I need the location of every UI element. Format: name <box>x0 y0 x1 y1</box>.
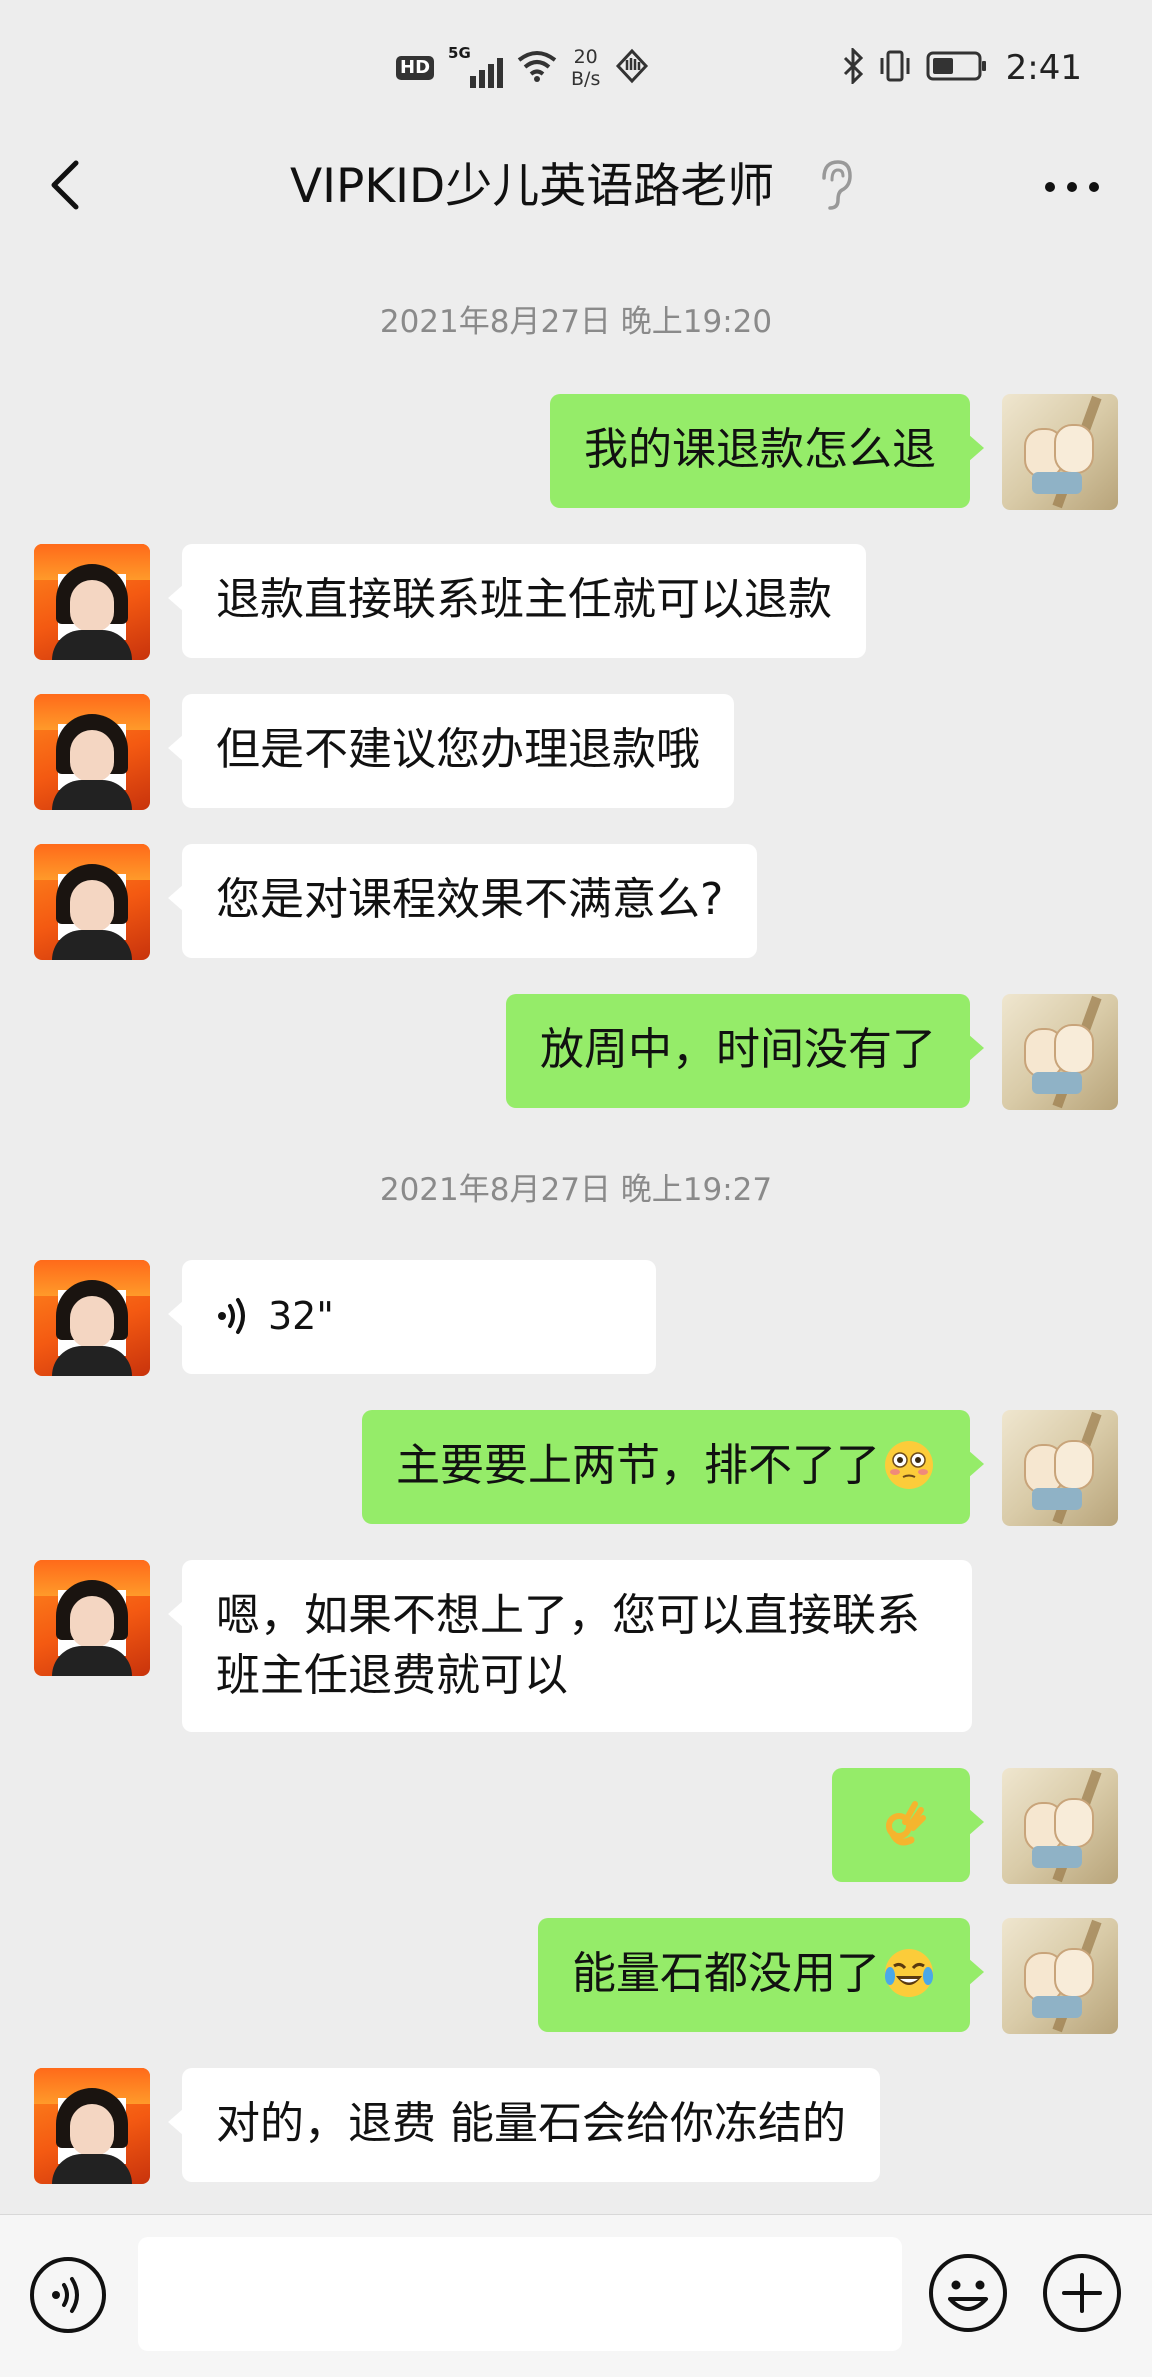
timestamp: 2021年8月27日 晚上19:27 <box>379 1172 773 1208</box>
back-button[interactable] <box>30 150 100 220</box>
voice-input-button[interactable] <box>28 2255 108 2335</box>
message-bubble-outgoing[interactable]: 我的课退款怎么退 <box>550 394 984 508</box>
bluetooth-icon <box>842 46 864 88</box>
timestamp: 2021年8月27日 晚上19:20 <box>379 304 773 340</box>
teacher-avatar[interactable] <box>34 694 150 810</box>
voice-wave-icon <box>218 1298 245 1334</box>
message-text: 对的，退费 能量石会给你冻结的 <box>216 2098 846 2149</box>
smiley-icon <box>929 2254 1007 2332</box>
status-right: 2:41 <box>842 38 1082 98</box>
my-avatar[interactable] <box>1002 994 1118 1110</box>
message-bubble-incoming[interactable]: 但是不建议您办理退款哦 <box>168 694 734 808</box>
message-bubble-outgoing[interactable] <box>832 1768 984 1882</box>
chat-title: VIPKID少儿英语路老师 <box>290 159 775 214</box>
message-input[interactable] <box>138 2237 902 2351</box>
teacher-avatar[interactable] <box>34 1560 150 1676</box>
message-text: 退款直接联系班主任就可以退款 <box>216 574 832 625</box>
status-bar: HD 5G 20 B/s 2:41 <box>0 0 1152 132</box>
message-text: 我的课退款怎么退 <box>584 424 936 475</box>
message-bubble-outgoing[interactable]: 主要要上两节，排不了了 <box>362 1410 984 1524</box>
flushed-face-emoji <box>885 1441 933 1489</box>
network-speed-value: 20 <box>573 46 598 68</box>
voice-message-bubble[interactable]: 32" <box>168 1260 656 1374</box>
message-text: 嗯，如果不想上了，您可以直接联系班主任退费就可以 <box>216 1590 920 1701</box>
chat-header: VIPKID少儿英语路老师 <box>0 132 1152 242</box>
crying-laughing-emoji <box>885 1949 933 1997</box>
emoji-button[interactable] <box>926 2251 1010 2335</box>
status-indicators: HD 5G 20 B/s <box>396 38 650 98</box>
status-time: 2:41 <box>1005 48 1082 88</box>
input-bar <box>0 2214 1152 2377</box>
wifi-icon <box>517 50 557 86</box>
message-bubble-incoming[interactable]: 退款直接联系班主任就可以退款 <box>168 544 866 658</box>
cellular-signal-icon: 5G <box>448 44 504 88</box>
message-bubble-incoming[interactable]: 嗯，如果不想上了，您可以直接联系班主任退费就可以 <box>168 1560 972 1732</box>
message-bubble-incoming[interactable]: 对的，退费 能量石会给你冻结的 <box>168 2068 880 2182</box>
message-text: 但是不建议您办理退款哦 <box>216 724 700 775</box>
message-text: 您是对课程效果不满意么? <box>216 874 724 925</box>
my-avatar[interactable] <box>1002 1918 1118 2034</box>
message-text: 主要要上两节，排不了了 <box>396 1440 880 1491</box>
message-bubble-outgoing[interactable]: 放周中，时间没有了 <box>506 994 984 1108</box>
message-text: 放周中，时间没有了 <box>540 1024 936 1075</box>
voice-duration: 32" <box>268 1294 334 1338</box>
teacher-avatar[interactable] <box>34 2068 150 2184</box>
voice-icon <box>30 2257 106 2333</box>
message-text: 能量石都没用了 <box>572 1948 880 1999</box>
teacher-avatar[interactable] <box>34 1260 150 1376</box>
message-bubble-incoming[interactable]: 您是对课程效果不满意么? <box>167 844 758 958</box>
more-functions-button[interactable] <box>1040 2251 1124 2335</box>
teacher-avatar[interactable] <box>34 844 150 960</box>
my-avatar[interactable] <box>1002 394 1118 510</box>
teacher-avatar[interactable] <box>34 544 150 660</box>
network-speed: 20 B/s <box>571 46 600 90</box>
more-dots-icon <box>1045 182 1099 192</box>
network-type-label: 5G <box>448 44 471 62</box>
plus-icon <box>1043 2254 1121 2332</box>
message-bubble-outgoing[interactable]: 能量石都没用了 <box>538 1918 984 2032</box>
vibrate-icon <box>878 48 912 88</box>
network-speed-unit: B/s <box>571 68 601 90</box>
my-avatar[interactable] <box>1002 1410 1118 1526</box>
hand-icon <box>614 48 650 88</box>
battery-icon <box>926 50 988 86</box>
ok-hand-emoji <box>886 1801 926 1846</box>
more-options-button[interactable] <box>1032 152 1112 222</box>
hd-badge: HD <box>396 56 435 80</box>
my-avatar[interactable] <box>1002 1768 1118 1884</box>
chevron-left-icon <box>51 160 79 210</box>
ear-icon <box>816 158 856 214</box>
